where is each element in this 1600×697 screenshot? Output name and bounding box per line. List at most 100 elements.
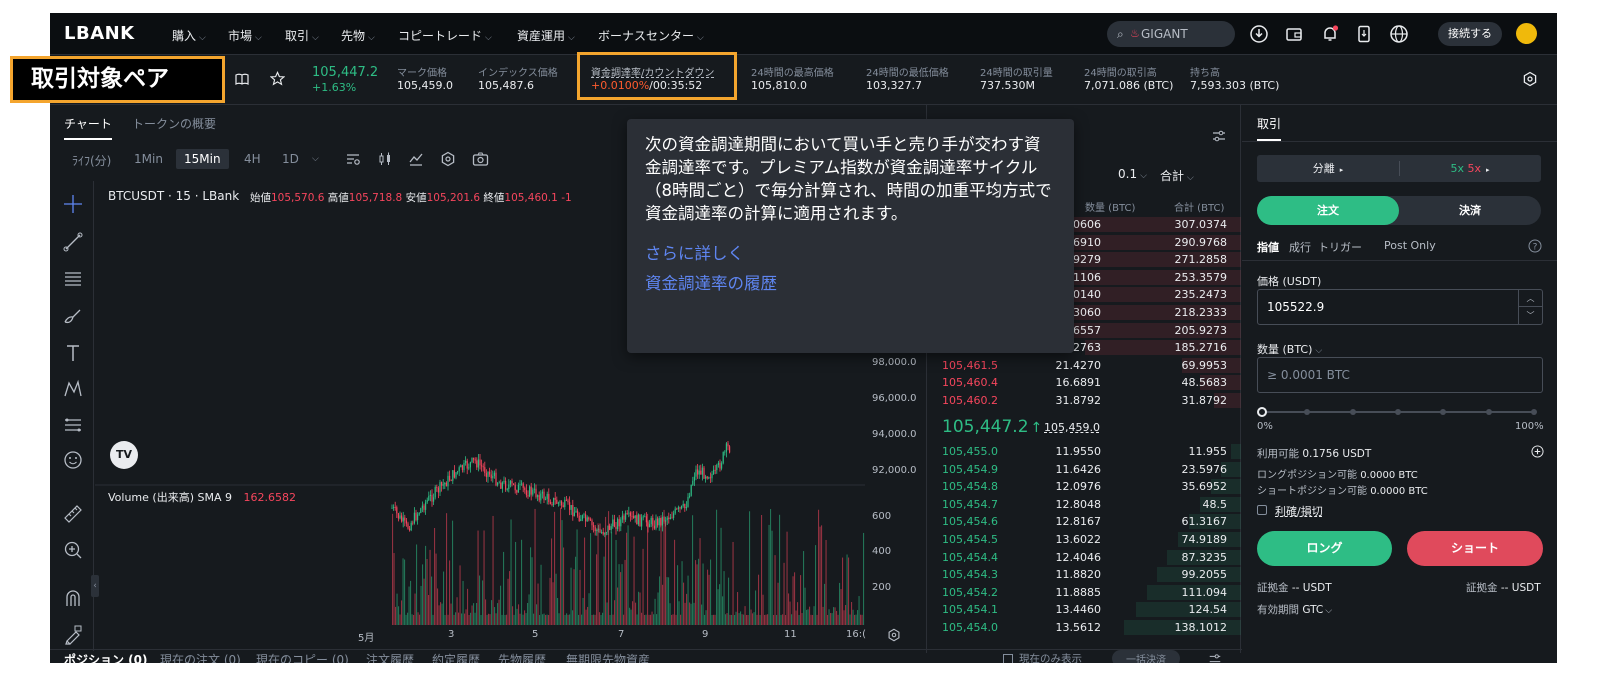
nav-item-bonus[interactable]: ボーナスセンター ⌵ [598,27,704,44]
bell-icon[interactable] [1320,24,1340,44]
price-increment-button[interactable]: ︿ [1518,290,1542,307]
logo[interactable]: LBANK [64,23,135,44]
interval-1min[interactable]: 1Min [134,152,163,166]
tab-open-orders[interactable]: 現在の注文 (0) [160,651,241,663]
candlestick-icon[interactable] [377,151,393,167]
forecast-icon[interactable] [62,414,84,436]
interval-time[interactable]: ﾗｲﾌ(分) [72,152,111,169]
interval-15min[interactable]: 15Min [176,149,229,169]
slider-mark[interactable] [1304,409,1311,415]
bid-row[interactable]: 105,454.5 13.6022 74.9189 [928,531,1241,549]
nav-item-buy[interactable]: 購入 ⌵ [172,27,206,44]
funding-history-link[interactable]: 資金調達率の履歴 [645,269,1056,299]
help-icon[interactable]: ? [1528,239,1542,253]
globe-icon[interactable] [1389,24,1409,44]
margin-mode-button[interactable]: 分離 ▸ [1257,155,1399,182]
tpsl-checkbox[interactable] [1257,505,1267,515]
star-icon[interactable] [270,71,285,86]
line-chart-icon[interactable] [408,151,424,167]
tab-perpetual-assets[interactable]: 無期限先物資産 [566,651,650,663]
time-in-force-select[interactable]: 有効期間 GTC ⌵ [1257,602,1332,617]
precision-select[interactable]: 0.1 ⌵ [1118,167,1147,181]
bid-row[interactable]: 105,454.9 11.6426 23.5976 [928,461,1241,479]
interval-1d[interactable]: 1D [282,152,299,166]
tab-overview[interactable]: トークンの概要 [132,115,216,132]
slider-mark[interactable] [1440,409,1447,415]
nav-item-trade[interactable]: 取引 ⌵ [285,27,319,44]
magnet-icon[interactable] [62,587,84,609]
pattern-icon[interactable] [62,378,84,400]
slider-mark[interactable] [1485,409,1492,415]
bid-row[interactable]: 105,455.0 11.9550 11.955 [928,443,1241,461]
leverage-button[interactable]: 5x 5x ▸ [1399,155,1541,182]
learn-more-link[interactable]: さらに詳しく [645,239,1056,269]
amount-slider[interactable] [1257,407,1537,417]
tab-close[interactable]: 決済 [1399,196,1541,225]
tab-positions[interactable]: ポジション (0) [64,651,148,663]
filter-settings-icon[interactable] [1208,652,1222,663]
tab-chart[interactable]: チャート [64,115,112,140]
order-type-limit[interactable]: 指値 [1257,239,1279,255]
tab-current-copy[interactable]: 現在のコピー (0) [256,651,349,663]
chart-settings-icon[interactable] [440,151,456,167]
add-funds-icon[interactable] [1531,445,1544,458]
tab-futures-history[interactable]: 先物履歴 [498,651,546,663]
orderbook-settings-icon[interactable] [1211,128,1227,144]
tradingview-logo-icon[interactable]: TV [110,441,138,469]
display-mode-select[interactable]: 合計 ⌵ [1160,167,1194,184]
interval-4h[interactable]: 4H [244,152,261,166]
nav-item-earn[interactable]: 資産運用 ⌵ [517,27,575,44]
qty-label[interactable]: 数量 (BTC) ⌵ [1257,341,1322,357]
text-icon[interactable] [62,342,84,364]
slider-mark[interactable] [1531,409,1537,415]
price-decrement-button[interactable]: ﹀ [1518,307,1542,324]
bid-row[interactable]: 105,454.8 12.0976 35.6952 [928,478,1241,496]
axis-settings-icon[interactable] [887,628,901,642]
crosshair-icon[interactable] [62,193,84,215]
indicator-icon[interactable] [345,151,361,167]
avatar[interactable] [1516,23,1537,44]
slider-mark[interactable] [1349,409,1356,415]
search-input[interactable]: ⌕ ♨ GIGANT [1107,21,1235,47]
price-input[interactable]: 105522.9 ︿ ﹀ [1257,289,1543,325]
lock-drawing-icon[interactable] [62,624,84,646]
trade-title[interactable]: 取引 [1257,115,1282,141]
tab-order-history[interactable]: 注文履歴 [366,651,414,663]
bid-row[interactable]: 105,454.7 12.8048 48.5 [928,496,1241,514]
bid-row[interactable]: 105,454.2 11.8885 111.094 [928,584,1241,602]
bid-row[interactable]: 105,454.4 12.4046 87.3235 [928,549,1241,567]
connect-wallet-button[interactable]: 接続する [1438,22,1502,46]
camera-icon[interactable] [472,151,489,167]
brush-icon[interactable] [62,305,84,327]
slider-handle[interactable] [1257,407,1267,417]
slider-mark[interactable] [1395,409,1401,415]
ask-row[interactable]: 105,461.5 21.4270 69.9953 [928,357,1241,375]
settings-icon[interactable] [1522,71,1538,87]
tpsl-label[interactable]: 利確/損切 [1275,503,1323,519]
bid-row[interactable]: 105,454.6 12.8167 61.3167 [928,513,1241,531]
short-button[interactable]: ショート [1407,531,1543,566]
trendline-icon[interactable] [62,231,84,253]
tab-trade-history[interactable]: 約定履歴 [432,651,480,663]
close-all-button[interactable]: 一括決済 [1112,650,1180,663]
bid-row[interactable]: 105,454.1 13.4460 124.54 [928,601,1241,619]
nav-item-market[interactable]: 市場 ⌵ [228,27,262,44]
nav-item-futures[interactable]: 先物 ⌵ [341,27,375,44]
tab-order[interactable]: 注文 [1257,196,1399,225]
chevron-down-icon[interactable]: ⌵ [312,154,319,164]
bid-row[interactable]: 105,454.3 11.8820 99.2055 [928,566,1241,584]
emoji-icon[interactable] [62,449,84,471]
download-icon[interactable] [1249,24,1269,44]
ask-row[interactable]: 105,460.2 31.8792 31.8792 [928,392,1241,410]
wallet-icon[interactable] [1284,24,1304,44]
order-type-trigger[interactable]: トリガー [1318,239,1362,255]
phone-download-icon[interactable] [1354,24,1374,44]
zoom-in-icon[interactable] [62,539,84,561]
long-button[interactable]: ロング [1257,531,1392,566]
fib-lines-icon[interactable] [62,268,84,290]
order-type-market[interactable]: 成行 [1289,239,1311,255]
current-only-checkbox[interactable] [1003,654,1013,663]
order-type-post-only[interactable]: Post Only [1384,239,1436,252]
current-only-label[interactable]: 現在のみ表示 [1019,651,1082,663]
bid-row[interactable]: 105,454.0 13.5612 138.1012 [928,619,1241,637]
